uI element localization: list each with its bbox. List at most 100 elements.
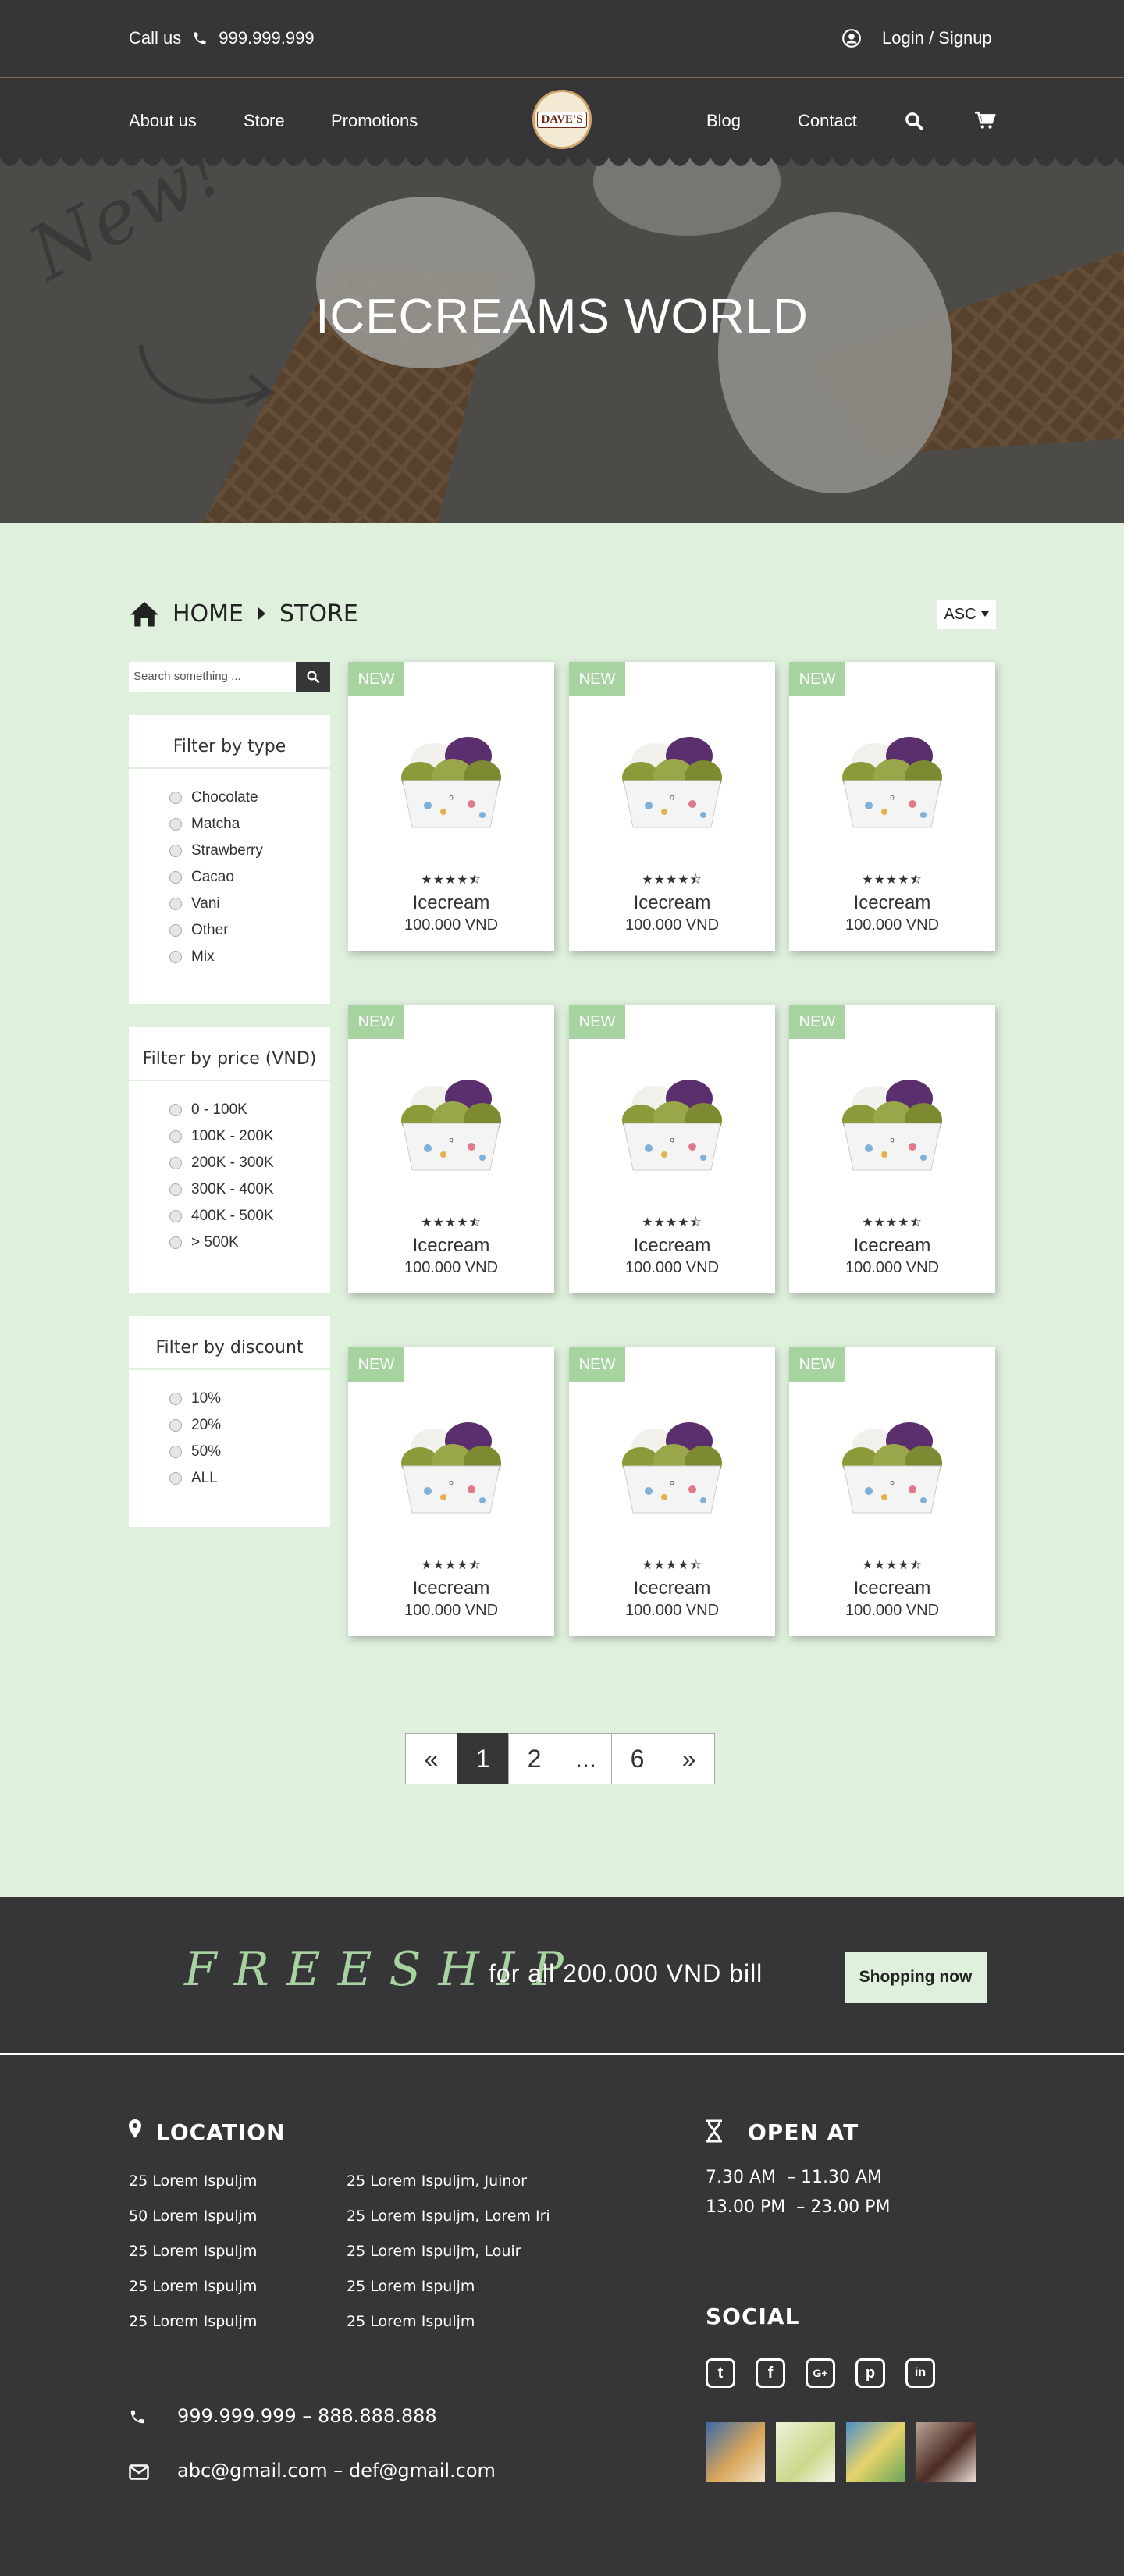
filter-option[interactable]: 10% bbox=[169, 1386, 330, 1412]
filter-option[interactable]: 50% bbox=[169, 1439, 330, 1465]
phone-icon bbox=[130, 2410, 144, 2424]
radio-button[interactable] bbox=[169, 1157, 182, 1169]
wave-divider bbox=[0, 158, 1124, 166]
address-line: 25 Lorem Ispuljm bbox=[129, 2172, 258, 2190]
nav-promotions[interactable]: Promotions bbox=[331, 111, 418, 131]
address-line: 25 Lorem Ispuljm, Lorem Iri bbox=[347, 2208, 550, 2225]
login-signup-link[interactable]: Login / Signup bbox=[841, 28, 992, 48]
address-line: 25 Lorem Ispuljm, Juinor bbox=[347, 2172, 527, 2190]
filter-option-label: 50% bbox=[191, 1443, 222, 1460]
hours-line: 13.00 PM – 23.00 PM bbox=[706, 2197, 891, 2217]
twitter-icon[interactable]: t bbox=[706, 2358, 735, 2388]
nav-contact[interactable]: Contact bbox=[798, 111, 857, 131]
instagram-thumbnail[interactable] bbox=[846, 2422, 905, 2482]
next-page-button[interactable]: » bbox=[663, 1733, 715, 1784]
instagram-thumbnail[interactable] bbox=[776, 2422, 835, 2482]
product-image: Q bbox=[622, 737, 722, 828]
svg-text:Q: Q bbox=[890, 1480, 895, 1486]
google-plus-icon[interactable]: G+ bbox=[806, 2358, 835, 2388]
page-2[interactable]: 2 bbox=[508, 1733, 560, 1784]
nav-store[interactable]: Store bbox=[244, 111, 285, 131]
radio-button[interactable] bbox=[169, 1236, 182, 1249]
radio-button[interactable] bbox=[169, 1104, 182, 1116]
product-card[interactable]: NEW Q ★★★★⯪ Icecream 100.000 VND bbox=[789, 1347, 995, 1636]
filter-option[interactable]: 20% bbox=[169, 1412, 330, 1439]
promo-text: for all 200.000 VND bill bbox=[489, 1959, 763, 1987]
radio-button[interactable] bbox=[169, 898, 182, 910]
svg-text:Q: Q bbox=[890, 1137, 895, 1144]
instagram-thumbnail[interactable] bbox=[706, 2422, 765, 2482]
filter-option[interactable]: 100K - 200K bbox=[169, 1123, 330, 1150]
filter-option[interactable]: Chocolate bbox=[169, 785, 330, 811]
radio-button[interactable] bbox=[169, 1446, 182, 1458]
breadcrumb-home[interactable]: HOME bbox=[173, 600, 244, 628]
radio-button[interactable] bbox=[169, 1210, 182, 1222]
new-tag: NEW bbox=[569, 1005, 625, 1039]
radio-button[interactable] bbox=[169, 1130, 182, 1143]
filter-option[interactable]: > 500K bbox=[169, 1229, 330, 1256]
filter-option-label: 10% bbox=[191, 1390, 222, 1407]
product-card[interactable]: NEW Q ★★★★⯪ Icecream 100.000 VND bbox=[789, 1005, 995, 1293]
filter-option-label: 20% bbox=[191, 1417, 222, 1433]
product-card[interactable]: NEW Q ★★★★⯪ Icecream 100.000 VND bbox=[348, 1005, 554, 1293]
radio-button[interactable] bbox=[169, 924, 182, 937]
search-icon[interactable] bbox=[904, 111, 924, 131]
page-1[interactable]: 1 bbox=[457, 1733, 509, 1784]
pinterest-icon[interactable]: p bbox=[855, 2358, 885, 2388]
product-card[interactable]: NEW Q ★★★★⯪ Icecream 100.000 VND bbox=[569, 662, 775, 951]
page-6[interactable]: 6 bbox=[611, 1733, 663, 1784]
filter-option[interactable]: 0 - 100K bbox=[169, 1097, 330, 1123]
filter-option[interactable]: 200K - 300K bbox=[169, 1150, 330, 1176]
filter-option[interactable]: Matcha bbox=[169, 811, 330, 838]
instagram-thumbnail[interactable] bbox=[916, 2422, 976, 2482]
radio-button[interactable] bbox=[169, 1419, 182, 1432]
linkedin-icon[interactable]: in bbox=[905, 2358, 935, 2388]
product-card[interactable]: NEW Q ★★★★⯪ Icecream 100.000 VND bbox=[789, 662, 995, 951]
nav-blog[interactable]: Blog bbox=[706, 111, 741, 131]
shopping-now-button[interactable]: Shopping now bbox=[845, 1952, 987, 2003]
rating-stars: ★★★★⯪ bbox=[421, 873, 482, 887]
facebook-icon[interactable]: f bbox=[756, 2358, 785, 2388]
radio-button[interactable] bbox=[169, 1472, 182, 1485]
brand-logo[interactable]: DAVE'S bbox=[532, 90, 592, 149]
address-line: 25 Lorem Ispuljm bbox=[129, 2278, 258, 2295]
search-input[interactable]: Search something ... bbox=[129, 662, 296, 692]
product-name: Icecream bbox=[853, 1235, 931, 1256]
radio-button[interactable] bbox=[169, 1393, 182, 1405]
product-name: Icecream bbox=[853, 1578, 931, 1599]
radio-button[interactable] bbox=[169, 818, 182, 831]
radio-button[interactable] bbox=[169, 871, 182, 884]
search-button[interactable] bbox=[296, 662, 330, 692]
call-us[interactable]: Call us 999.999.999 bbox=[129, 28, 315, 48]
footer-phone[interactable]: 999.999.999 – 888.888.888 bbox=[177, 2405, 437, 2427]
nav-about-us[interactable]: About us bbox=[129, 111, 197, 131]
product-image: Q bbox=[622, 1080, 722, 1171]
filter-option[interactable]: Vani bbox=[169, 891, 330, 917]
radio-button[interactable] bbox=[169, 845, 182, 857]
filter-option[interactable]: Cacao bbox=[169, 864, 330, 891]
open-at-title: OPEN AT bbox=[748, 2119, 859, 2145]
filter-option[interactable]: 300K - 400K bbox=[169, 1176, 330, 1203]
product-card[interactable]: NEW Q ★★★★⯪ Icecream 100.000 VND bbox=[569, 1005, 775, 1293]
radio-button[interactable] bbox=[169, 951, 182, 963]
radio-button[interactable] bbox=[169, 792, 182, 804]
filter-by-price: Filter by price (VND) 0 - 100K 100K - 200… bbox=[129, 1027, 330, 1293]
rating-stars: ★★★★⯪ bbox=[642, 1216, 702, 1229]
product-card[interactable]: NEW Q ★★★★⯪ Icecream 100.000 VND bbox=[348, 662, 554, 951]
filter-option[interactable]: ALL bbox=[169, 1465, 330, 1492]
filter-option[interactable]: Mix bbox=[169, 944, 330, 970]
filter-option-label: 100K - 200K bbox=[191, 1128, 274, 1144]
filter-option[interactable]: Strawberry bbox=[169, 838, 330, 864]
radio-button[interactable] bbox=[169, 1183, 182, 1196]
prev-page-button[interactable]: « bbox=[405, 1733, 457, 1784]
new-tag: NEW bbox=[569, 662, 625, 696]
caret-right-icon bbox=[258, 607, 266, 621]
product-card[interactable]: NEW Q ★★★★⯪ Icecream 100.000 VND bbox=[569, 1347, 775, 1636]
sort-select[interactable]: ASC bbox=[937, 600, 996, 629]
filter-option[interactable]: Other bbox=[169, 917, 330, 944]
filter-option[interactable]: 400K - 500K bbox=[169, 1203, 330, 1229]
home-icon[interactable] bbox=[129, 600, 160, 628]
product-card[interactable]: NEW Q ★★★★⯪ Icecream 100.000 VND bbox=[348, 1347, 554, 1636]
cart-icon[interactable] bbox=[974, 111, 996, 131]
footer-email[interactable]: abc@gmail.com – def@gmail.com bbox=[177, 2460, 496, 2482]
